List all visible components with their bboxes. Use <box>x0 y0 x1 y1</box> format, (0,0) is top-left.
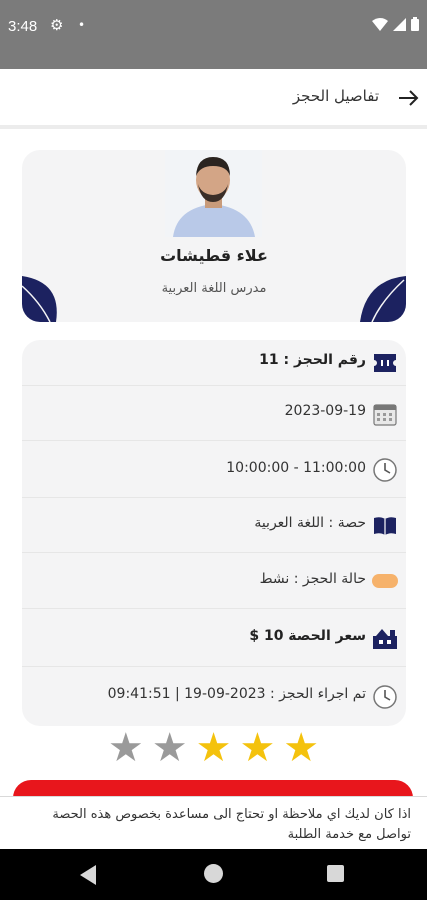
status-icons <box>372 17 419 31</box>
back-arrow-icon[interactable] <box>397 87 419 109</box>
price-row: سعر الحصة 10 $ <box>22 609 406 667</box>
teacher-name: علاء قطيشات <box>160 246 268 265</box>
teacher-profile-card: علاء قطيشات مدرس اللغة العربية <box>22 150 406 322</box>
booking-number: رقم الحجز : 11 <box>259 352 366 368</box>
status-indicator-icon <box>372 568 398 594</box>
booked-at-row: تم اجراء الحجز : 2023-09-19 | 09:41:51 <box>22 667 406 726</box>
star-empty-icon[interactable]: ★ <box>152 728 188 768</box>
decorative-leaf-icon <box>22 276 57 322</box>
booking-status: حالة الحجز : نشط <box>259 571 366 587</box>
signal-icon <box>393 17 406 31</box>
rating-stars[interactable]: ★ ★ ★ ★ ★ <box>0 728 427 768</box>
system-nav-bar <box>0 849 427 900</box>
support-help-text: اذا كان لديك اي ملاحظة او تحتاج الى مساع… <box>0 796 427 849</box>
booking-number-row: رقم الحجز : 11 <box>22 340 406 386</box>
decorative-leaf-icon <box>360 276 406 322</box>
app-bar-shadow <box>0 55 427 69</box>
booking-details-card: رقم الحجز : 11 2023-09-19 11:00:00 - 10:… <box>22 340 406 726</box>
lesson-price: سعر الحصة 10 $ <box>249 628 366 644</box>
calendar-icon <box>372 401 398 427</box>
nav-back-icon[interactable] <box>80 865 98 885</box>
star-filled-icon[interactable]: ★ <box>196 728 232 768</box>
price-tag-icon <box>372 625 398 651</box>
clock-icon <box>372 684 398 710</box>
ticket-icon <box>372 350 398 376</box>
settings-gear-icon: ⚙ <box>50 16 64 34</box>
lesson-name: حصة : اللغة العربية <box>254 515 366 531</box>
page-title: تفاصيل الحجز <box>292 87 379 105</box>
booked-at: تم اجراء الحجز : 2023-09-19 | 09:41:51 <box>107 686 366 702</box>
booking-time-range: 11:00:00 - 10:00:00 <box>226 460 366 476</box>
status-bar: 3:48 ⚙ • <box>0 0 427 55</box>
book-icon <box>372 513 398 539</box>
clock-icon <box>372 457 398 483</box>
star-filled-icon[interactable]: ★ <box>283 728 319 768</box>
teacher-role: مدرس اللغة العربية <box>161 281 267 296</box>
nav-recents-icon[interactable] <box>327 865 344 882</box>
status-time: 3:48 <box>8 18 38 35</box>
wifi-icon <box>372 17 388 31</box>
lesson-row: حصة : اللغة العربية <box>22 498 406 553</box>
battery-icon <box>411 17 419 31</box>
teacher-avatar <box>165 150 262 237</box>
notification-dot-icon: • <box>78 18 86 32</box>
booking-date: 2023-09-19 <box>284 403 366 419</box>
star-empty-icon[interactable]: ★ <box>108 728 144 768</box>
header: تفاصيل الحجز <box>0 69 427 129</box>
nav-home-icon[interactable] <box>204 864 223 883</box>
date-row: 2023-09-19 <box>22 386 406 441</box>
star-filled-icon[interactable]: ★ <box>239 728 275 768</box>
time-row: 11:00:00 - 10:00:00 <box>22 441 406 498</box>
status-row: حالة الحجز : نشط <box>22 553 406 609</box>
